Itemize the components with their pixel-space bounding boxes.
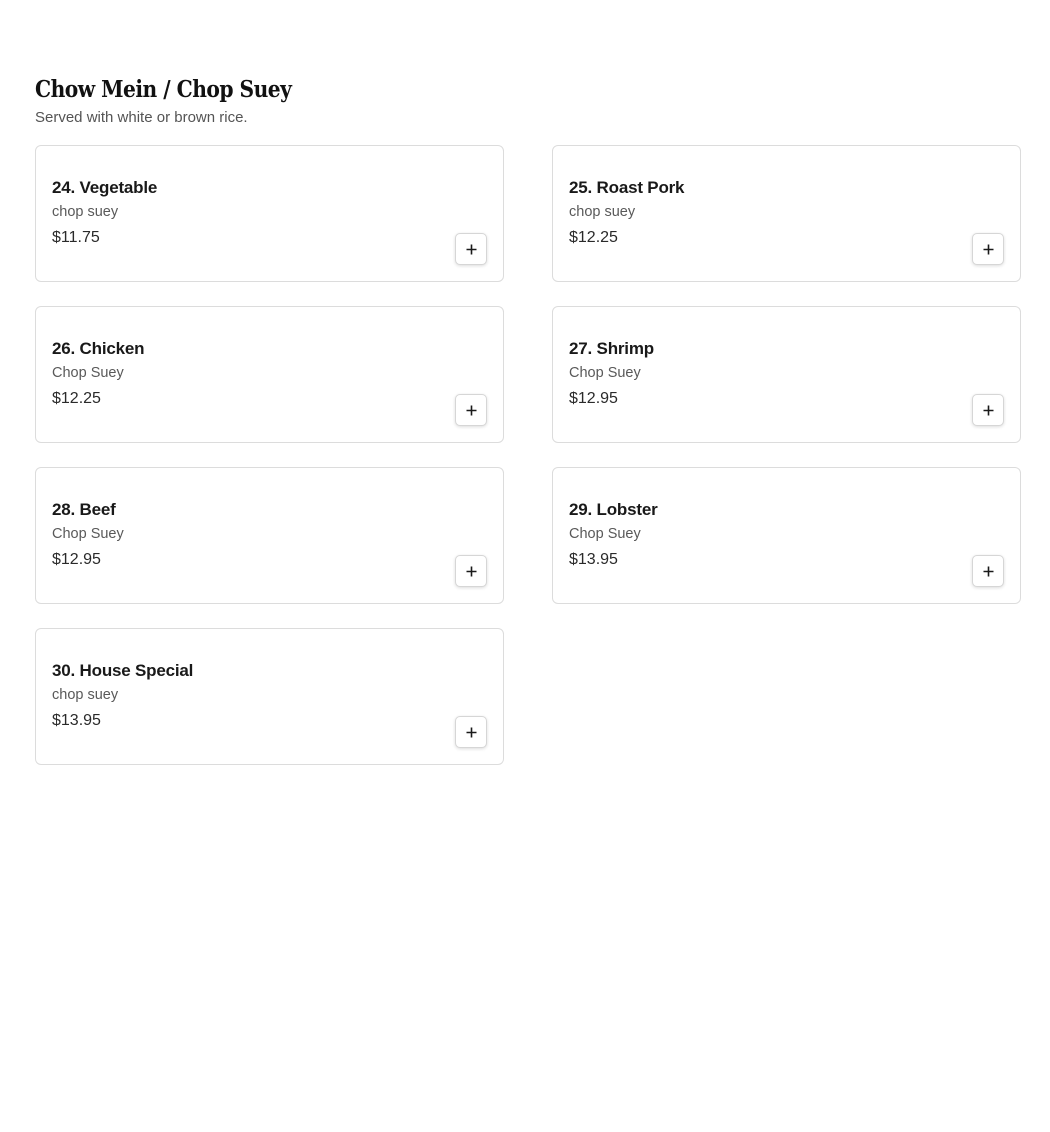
menu-item-description: Chop Suey: [52, 365, 124, 381]
menu-item-description: Chop Suey: [569, 365, 641, 381]
menu-item-card[interactable]: 25. Roast Pork chop suey $12.25: [552, 145, 1021, 282]
add-item-button[interactable]: [455, 555, 487, 587]
section-title: Chow Mein / Chop Suey: [35, 76, 292, 103]
menu-item-info: 24. Vegetable chop suey $11.75: [52, 178, 157, 247]
menu-item-name: 26. Chicken: [52, 339, 145, 358]
menu-item-description: Chop Suey: [569, 526, 641, 542]
add-item-button[interactable]: [455, 233, 487, 265]
menu-item-card[interactable]: 24. Vegetable chop suey $11.75: [35, 145, 504, 282]
menu-item-info: 28. Beef Chop Suey $12.95: [52, 500, 124, 569]
plus-icon: [466, 566, 476, 576]
add-item-button[interactable]: [972, 233, 1004, 265]
menu-item-info: 30. House Special chop suey $13.95: [52, 661, 193, 730]
plus-icon: [466, 244, 476, 254]
menu-item-price: $12.25: [52, 390, 101, 407]
menu-item-name: 30. House Special: [52, 661, 194, 680]
menu-item-info: 26. Chicken Chop Suey $12.25: [52, 339, 144, 408]
menu-item-info: 25. Roast Pork chop suey $12.25: [569, 178, 685, 247]
menu-item-description: chop suey: [52, 687, 119, 703]
plus-icon: [466, 727, 476, 737]
menu-item-card[interactable]: 26. Chicken Chop Suey $12.25: [35, 306, 504, 443]
menu-item-name: 29. Lobster: [569, 500, 658, 519]
menu-item-description: chop suey: [569, 204, 636, 220]
add-item-button[interactable]: [972, 555, 1004, 587]
menu-section: Chow Mein / Chop Suey Served with white …: [35, 70, 1021, 765]
menu-item-card[interactable]: 28. Beef Chop Suey $12.95: [35, 467, 504, 604]
section-description: Served with white or brown rice.: [35, 109, 248, 126]
menu-item-card[interactable]: 27. Shrimp Chop Suey $12.95: [552, 306, 1021, 443]
menu-item-info: 27. Shrimp Chop Suey $12.95: [569, 339, 654, 408]
menu-item-card[interactable]: 29. Lobster Chop Suey $13.95: [552, 467, 1021, 604]
menu-item-card[interactable]: 30. House Special chop suey $13.95: [35, 628, 504, 765]
menu-item-info: 29. Lobster Chop Suey $13.95: [569, 500, 658, 569]
menu-item-name: 24. Vegetable: [52, 178, 158, 197]
menu-item-description: Chop Suey: [52, 526, 124, 542]
plus-icon: [983, 566, 993, 576]
menu-item-price: $11.75: [52, 229, 100, 246]
menu-item-price: $12.25: [569, 229, 618, 246]
menu-item-price: $12.95: [52, 551, 101, 568]
menu-item-price: $13.95: [52, 712, 101, 729]
add-item-button[interactable]: [972, 394, 1004, 426]
menu-item-name: 28. Beef: [52, 500, 116, 519]
menu-item-price: $13.95: [569, 551, 618, 568]
menu-item-grid: 24. Vegetable chop suey $11.75 25. Roast…: [35, 145, 1021, 765]
plus-icon: [983, 405, 993, 415]
add-item-button[interactable]: [455, 394, 487, 426]
menu-item-name: 25. Roast Pork: [569, 178, 685, 197]
plus-icon: [983, 244, 993, 254]
menu-item-name: 27. Shrimp: [569, 339, 654, 358]
plus-icon: [466, 405, 476, 415]
add-item-button[interactable]: [455, 716, 487, 748]
menu-item-description: chop suey: [52, 204, 119, 220]
menu-item-price: $12.95: [569, 390, 618, 407]
